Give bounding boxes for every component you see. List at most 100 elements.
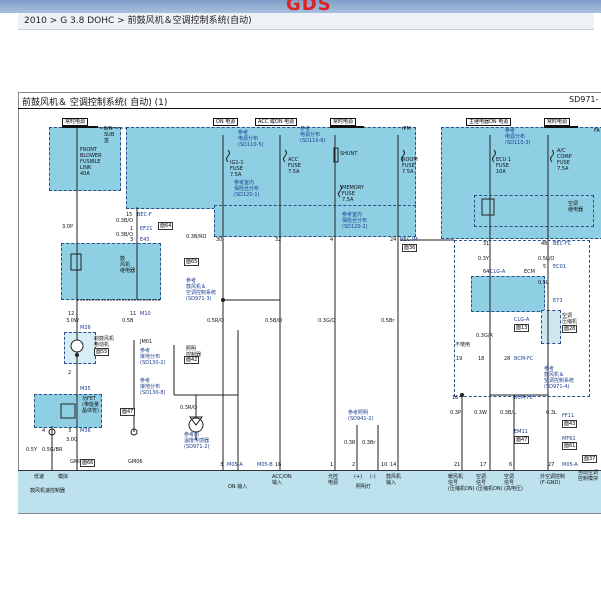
conn-bec-f: BEC-F (137, 212, 152, 218)
pin: 17 (480, 462, 487, 468)
conn-ff11: FF11 (562, 413, 575, 419)
pin: 3 (220, 462, 224, 468)
page-ref[interactable]: 面55 (94, 348, 110, 356)
conn-bec-im: BEC-IM (400, 237, 418, 243)
pin: 3 (68, 428, 72, 434)
pfet-label: 功FET (带能量 晶体管) (82, 396, 99, 414)
pin: 14 (390, 462, 397, 468)
conn-ec01: EC01 (553, 264, 567, 270)
pin: 15 (126, 212, 133, 218)
note-blower-control-4[interactable]: 参考 鼓风机＆ 空调控制系统 (SD971-4) (544, 366, 574, 390)
page-ref[interactable]: 面36 (402, 244, 418, 252)
note-ground-2[interactable]: 参考 接地分布 (SD130-2) (140, 348, 165, 366)
ref-power-2: 参考 电源分布 (SD110-6) (300, 126, 326, 144)
bottom-compr-2: 空调 信号 (压缩机ON) (476, 474, 503, 492)
pin: 1 (130, 226, 134, 232)
wire-05l: 0.5L (538, 280, 549, 286)
conn-m36: M36 (80, 428, 91, 434)
pin: 32 (275, 237, 282, 243)
pin: 10 (381, 462, 388, 468)
bottom-illum: 照明灯 (356, 484, 372, 490)
pin: 30 (216, 237, 223, 243)
header-always-1: 常时电源 (62, 118, 89, 126)
pin: 2 (68, 370, 72, 376)
fuse-ecu: ECU 1 FUSE 10A (496, 157, 512, 175)
wire-03y: 0.3Y (478, 256, 490, 262)
fuse-ign: IG1-1 FUSE 7.5A (230, 160, 244, 178)
pin: 31 (483, 241, 490, 247)
illumination-controller: 照明 控制器 (186, 346, 202, 358)
conn-m35: M35 (80, 386, 91, 392)
front-blower-fusible-link: FRONT BLOWER FUSIBLE LINK 40A (80, 147, 102, 177)
bottom-evap: 空调 信号 (高电压) (504, 474, 523, 492)
wire-05bo: 0.5B/O (265, 318, 283, 324)
busbar-always-3 (544, 126, 578, 128)
pin: 11 (130, 311, 137, 317)
pin: 6 (509, 462, 513, 468)
conn-m05a: M05-A (227, 462, 243, 468)
page-ref[interactable]: 面28 (562, 325, 578, 333)
pin: 1 (330, 462, 334, 468)
page-ref[interactable]: 面37 (582, 455, 598, 463)
not-used-label: 不使用 (455, 342, 471, 348)
wire-05ro: 0.5R/O (207, 318, 225, 324)
pin: 28 (504, 356, 511, 362)
wire-03bl: 0.3B/L (500, 410, 516, 416)
ref-ground-2: 参考室内 保险丝分布 (SD120-2) (342, 212, 368, 230)
conn-clg-a-2: CLG-A (514, 317, 530, 323)
wire-03r: 0.3R (344, 440, 356, 446)
pin: 12 (68, 311, 75, 317)
header-always-3: 常时电源 (544, 118, 571, 126)
conn-m05a-2: M05-A (562, 462, 578, 468)
pin: 3 (130, 237, 134, 243)
ac-relay-label: 空调 继电器 (568, 201, 584, 213)
bottom-mode-analog: 模拟 (58, 474, 69, 480)
fuse-ac: A/C COMP FUSE 7.5A (557, 148, 572, 172)
conn-gm06: GM06 (128, 459, 143, 465)
wire-03bo-1: 0.3B/O (116, 218, 134, 224)
page-ref[interactable]: 面65 (184, 258, 200, 266)
header-main-on: 主继电器ON 电源 (466, 118, 512, 126)
note-blower-control-3[interactable]: 参考 鼓风机＆ 空调控制系统 (SD971-3) (186, 278, 216, 302)
conn-m26: M26 (80, 325, 91, 331)
pin: 16 (452, 395, 459, 401)
wire-05br: 0.5Br (381, 318, 395, 324)
note-temp-sensor[interactable]: 参考内 温度传感器 (SD971-2) (184, 432, 209, 450)
blower-motor-label: 前鼓风机 电动机 (94, 336, 115, 348)
bottom-acc-on: ACC/ON 输入 (272, 474, 292, 486)
pin: 5 (543, 264, 547, 270)
wire-03l: 0.3L (546, 410, 557, 416)
bottom-minus: (-) (370, 474, 376, 480)
pin: 21 (454, 462, 461, 468)
conn-m10: M10 (140, 311, 151, 317)
header-acc: ACC 或ON 电源 (255, 118, 298, 126)
note-ground-8[interactable]: 参考 接地分布 (SD130-8) (140, 378, 165, 396)
page-ref[interactable]: 面43 (562, 420, 578, 428)
wire-3w: 3.0W (66, 318, 79, 324)
ac-compressor-label: 空调 压缩机 (562, 313, 578, 325)
wiring-lines (48, 127, 554, 470)
wire-03p: 0.3P (450, 410, 461, 416)
conn-bcm-fe: BCM-FE (514, 395, 533, 401)
page-ref[interactable]: 面66 (80, 459, 96, 467)
page-ref[interactable]: 面64 (158, 222, 174, 230)
conn-e73: E73 (553, 298, 563, 304)
conn-e45: E45 (140, 237, 150, 243)
conn-jm01: JM01 (140, 339, 153, 345)
conn-em11: EM11 (514, 429, 528, 435)
wire-03gr: 0.3G/R (476, 333, 493, 339)
ejr-sub-label: E/R SUB 盒 (104, 126, 115, 144)
wire-03w: 0.3W (474, 410, 487, 416)
fuse-acc: ACC FUSE 7.5A (288, 157, 301, 175)
wire-3g: 3.0G (66, 437, 78, 443)
header-always-2: 常时电源 (330, 118, 357, 126)
page-ref[interactable]: 面47 (120, 408, 136, 416)
wire-03go: 0.3G/O (318, 318, 336, 324)
note-illumination[interactable]: 参考照明 (SD941-2) (348, 410, 373, 422)
pin: 4 (42, 428, 46, 434)
page-ref[interactable]: 面47 (514, 436, 530, 444)
wire-03br: 0.3Br (362, 440, 376, 446)
page-ref[interactable]: 面61 (562, 442, 578, 450)
pin: 2 (352, 462, 356, 468)
page-ref[interactable]: 面13 (514, 324, 530, 332)
